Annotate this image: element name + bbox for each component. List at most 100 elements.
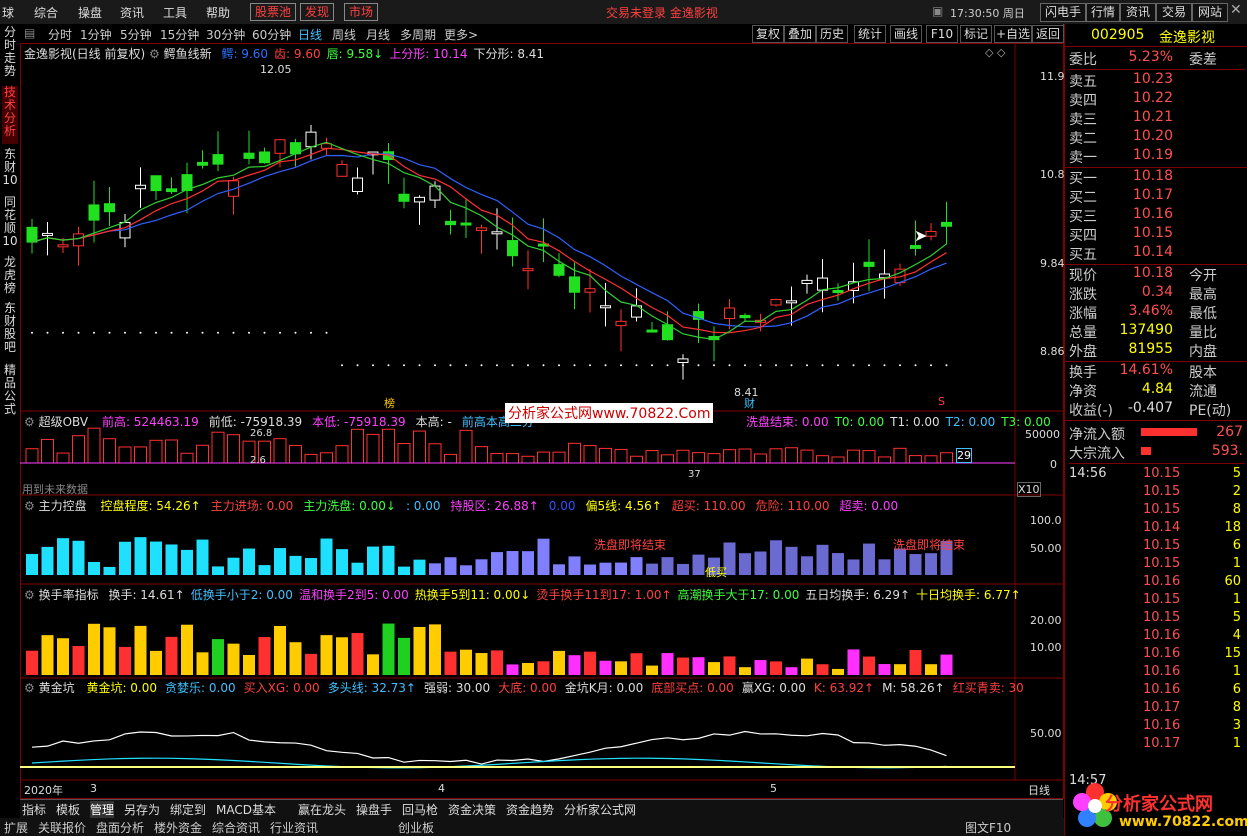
info-tab[interactable]: 综合资讯	[212, 819, 260, 836]
obv-name[interactable]: 超级OBV	[39, 415, 89, 429]
menu-item-news[interactable]: 资讯	[120, 4, 144, 21]
tab-eastmoney-forum[interactable]: 东财股吧	[2, 302, 18, 360]
period-weekly[interactable]: 周线	[332, 26, 356, 43]
back-button[interactable]: 返回	[1032, 25, 1064, 43]
tick-cell: 10.14	[1143, 520, 1181, 535]
menu-item-help[interactable]: 帮助	[206, 4, 230, 21]
menu-item-overview[interactable]: 综合	[34, 4, 58, 21]
draw-line-button[interactable]: 画线	[890, 25, 922, 43]
tab-eastmoney-f10[interactable]: 东财10	[2, 148, 18, 188]
settings-icon[interactable]: ⚙	[24, 499, 35, 513]
website-button[interactable]: 网站	[1192, 3, 1228, 22]
tab-technical[interactable]: 技术分析	[2, 86, 18, 144]
turnover-name[interactable]: 换手率指标	[39, 588, 99, 602]
control-bar	[382, 545, 395, 575]
candle-body	[476, 227, 487, 231]
info-tab[interactable]: 楼外资金	[154, 819, 202, 836]
period-1min[interactable]: 1分钟	[80, 26, 112, 43]
period-multi[interactable]: 多周期	[400, 26, 436, 43]
turnover-bar	[305, 653, 317, 675]
info-tab[interactable]: 图文F10	[965, 819, 1011, 836]
obv-bar	[676, 449, 690, 464]
period-daily[interactable]: 日线	[298, 26, 322, 43]
period-monthly[interactable]: 月线	[366, 26, 390, 43]
discover-button[interactable]: 发现	[300, 3, 335, 21]
candle-body	[739, 314, 751, 319]
bottom-tab[interactable]: 模板	[56, 801, 80, 818]
f10-button[interactable]: F10	[926, 25, 958, 43]
order-row[interactable]: 买五 10.14	[1069, 244, 1245, 263]
quotes-button[interactable]: 行情	[1086, 3, 1120, 22]
order-row[interactable]: 买一 10.18	[1069, 168, 1245, 187]
order-row[interactable]: 卖五 10.23	[1069, 71, 1245, 90]
settings-icon[interactable]: ⚙	[149, 47, 160, 61]
tab-formulas[interactable]: 精品公式	[2, 364, 18, 422]
info-button[interactable]: 资讯	[1120, 3, 1156, 22]
add-favorite-button[interactable]: +自选	[994, 25, 1032, 43]
bottom-tab[interactable]: 绑定到	[170, 801, 206, 818]
tab-intraday[interactable]: 分时走势	[2, 26, 18, 84]
obv-label: 2.6	[250, 455, 266, 466]
info-tab[interactable]: 关联报价	[38, 819, 86, 836]
period-30min[interactable]: 30分钟	[206, 26, 245, 43]
info-tab[interactable]: 扩展	[4, 819, 28, 836]
high-price-label: 12.05	[260, 63, 292, 76]
golden-name[interactable]: 黄金坑	[39, 681, 75, 695]
order-row[interactable]: 卖三 10.21	[1069, 109, 1245, 128]
menu-item-trade[interactable]: 操盘	[78, 4, 102, 21]
settings-icon[interactable]: ⚙	[24, 681, 35, 695]
menu-item-global[interactable]: 球	[2, 4, 14, 21]
control-bar	[754, 551, 767, 575]
market-button[interactable]: 市场	[344, 3, 379, 21]
tick-cell: 10.16	[1143, 664, 1181, 679]
bottom-tab[interactable]: 另存为	[124, 801, 160, 818]
control-bar	[26, 554, 38, 575]
mark-button[interactable]: 标记	[960, 25, 992, 43]
bottom-tab[interactable]: 管理	[90, 801, 115, 818]
info-tab[interactable]: 盘面分析	[96, 819, 144, 836]
overlay-button[interactable]: 叠加	[784, 25, 816, 43]
fractal-dot	[573, 364, 576, 367]
tab-ths-f10[interactable]: 同花顺10	[2, 196, 18, 254]
flash-trade-button[interactable]: 闪电手	[1040, 3, 1086, 22]
order-row[interactable]: 卖一 10.19	[1069, 147, 1245, 166]
info-tab[interactable]: 行业资讯	[270, 819, 318, 836]
order-row[interactable]: 买四 10.15	[1069, 225, 1245, 244]
period-5min[interactable]: 5分钟	[120, 26, 152, 43]
settings-icon[interactable]: ⚙	[24, 588, 35, 602]
order-row[interactable]: 卖四 10.22	[1069, 90, 1245, 109]
bottom-tab[interactable]: 赢在龙头	[298, 801, 346, 818]
bottom-tab[interactable]: 操盘手	[356, 801, 392, 818]
bottom-tab[interactable]: 指标	[22, 801, 46, 818]
order-row[interactable]: 卖二 10.20	[1069, 128, 1245, 147]
tick-list[interactable]: 10.15 5 10.15 2 10.15 8 10.14 18 10.15 6 10.15 1 10.…	[1065, 466, 1247, 776]
order-row[interactable]: 买二 10.17	[1069, 187, 1245, 206]
obv-bar	[444, 453, 457, 464]
control-name[interactable]: 主力控盘	[39, 499, 87, 513]
period-60min[interactable]: 60分钟	[252, 26, 291, 43]
history-button[interactable]: 历史	[816, 25, 848, 43]
order-row[interactable]: 买三 10.16	[1069, 206, 1245, 225]
bottom-tab[interactable]: 回马枪	[402, 801, 438, 818]
trade-button[interactable]: 交易	[1156, 3, 1192, 22]
settings-icon[interactable]: ⚙	[24, 415, 35, 429]
period-more[interactable]: 更多>	[444, 26, 478, 43]
adjust-button[interactable]: 复权	[752, 25, 784, 43]
stock-pool-button[interactable]: 股票池	[250, 3, 297, 21]
x10-button[interactable]: X10	[1017, 482, 1041, 497]
indicator-name[interactable]: 鳄鱼线新	[164, 47, 212, 61]
bottom-tab[interactable]: 资金趋势	[506, 801, 554, 818]
menu-item-tools[interactable]: 工具	[163, 4, 187, 21]
period-intraday[interactable]: 分时	[48, 26, 72, 43]
tick-cell: 1	[1232, 664, 1241, 679]
tab-dragon-tiger[interactable]: 龙虎榜	[2, 256, 18, 298]
expand-icon[interactable]: ◇ ◇	[985, 46, 1005, 59]
bottom-tab[interactable]: 资金决策	[448, 801, 496, 818]
fractal-dot	[341, 364, 343, 367]
close-icon[interactable]: ✕	[1230, 2, 1242, 18]
period-15min[interactable]: 15分钟	[160, 26, 199, 43]
stats-button[interactable]: 统计	[854, 25, 886, 43]
bottom-tab[interactable]: MACD基本	[216, 801, 276, 818]
info-tab[interactable]: 创业板	[398, 819, 434, 836]
bottom-tab[interactable]: 分析家公式网	[564, 801, 636, 818]
